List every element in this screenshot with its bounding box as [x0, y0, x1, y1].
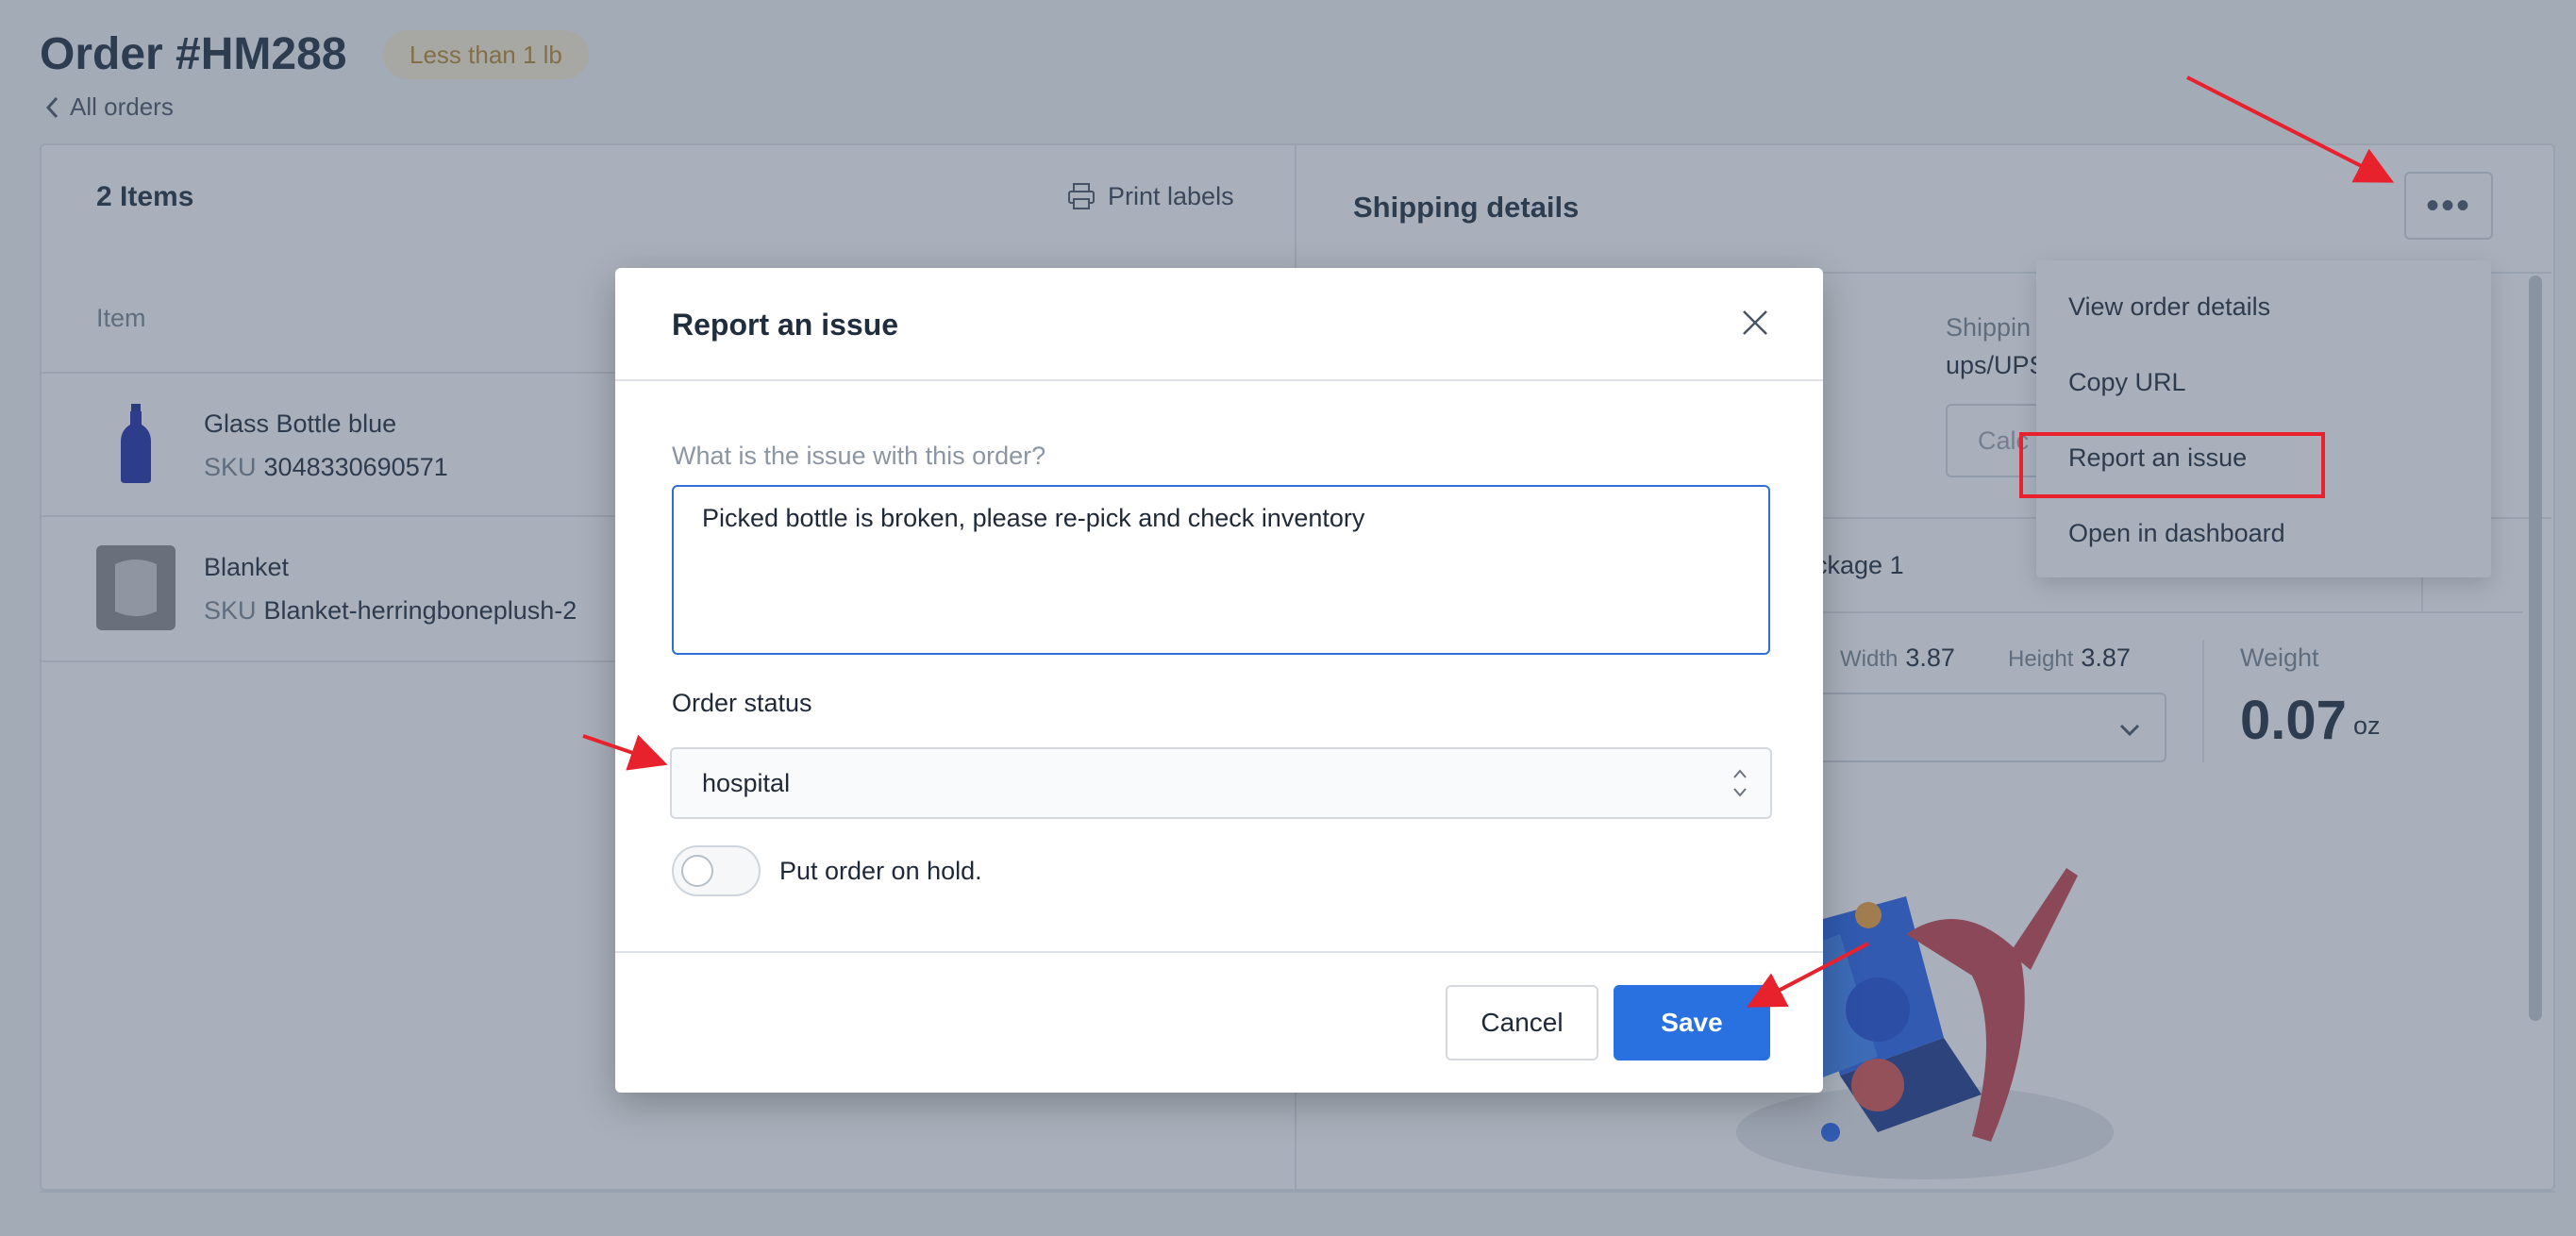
modal-header-divider — [615, 379, 1823, 381]
annotation-highlight-box — [2019, 432, 2325, 498]
close-icon[interactable] — [1738, 306, 1772, 340]
modal-footer-divider — [615, 951, 1823, 953]
hold-toggle[interactable] — [672, 845, 761, 896]
modal-title: Report an issue — [672, 308, 899, 342]
issue-textarea[interactable] — [672, 485, 1770, 655]
select-arrows-icon — [1733, 769, 1747, 797]
report-issue-modal: Report an issue What is the issue with t… — [615, 268, 1823, 1093]
cancel-button[interactable]: Cancel — [1446, 985, 1598, 1061]
order-status-select[interactable]: hospital — [670, 747, 1772, 819]
order-status-value: hospital — [702, 769, 791, 797]
save-button[interactable]: Save — [1614, 985, 1770, 1061]
order-page: Order #HM288 Less than 1 lb All orders 2… — [0, 0, 2576, 1236]
order-status-label: Order status — [672, 689, 812, 717]
issue-question-label: What is the issue with this order? — [672, 442, 1046, 470]
hold-label: Put order on hold. — [779, 857, 982, 885]
toggle-knob — [681, 855, 713, 887]
